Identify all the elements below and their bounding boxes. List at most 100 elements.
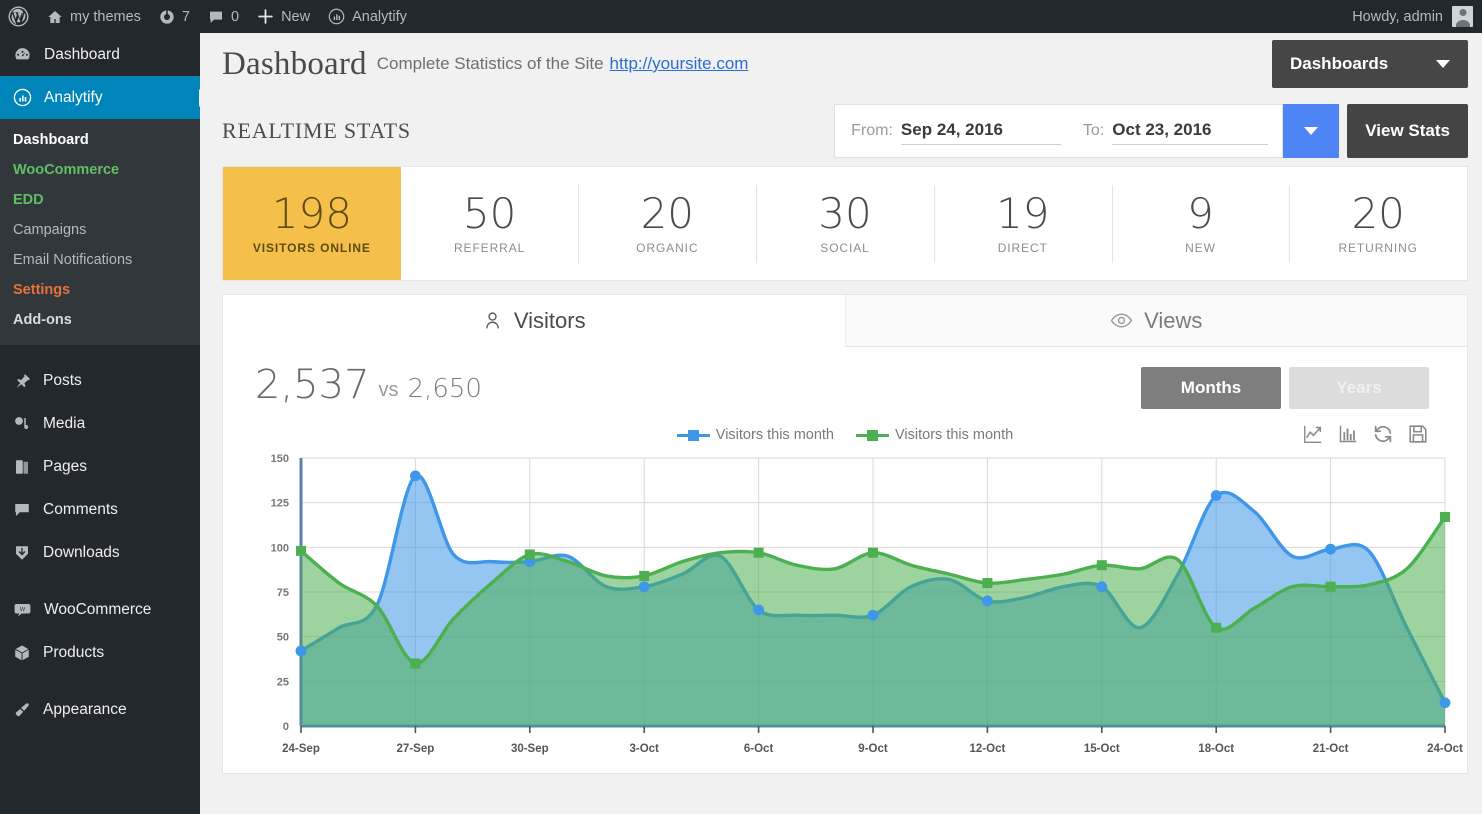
page-header: Dashboard Complete Statistics of the Sit… <box>200 33 1482 95</box>
summary-vs-label: vs <box>379 379 399 402</box>
submenu-item-woocommerce-label: WooCommerce <box>13 162 119 178</box>
analytify-icon <box>328 8 345 25</box>
sidebar-item-woocommerce[interactable]: W WooCommerce <box>0 588 200 631</box>
analytify-icon <box>13 88 32 107</box>
svg-text:12-Oct: 12-Oct <box>970 743 1006 755</box>
comments-button[interactable]: 0 <box>199 0 248 33</box>
sidebar-item-downloads[interactable]: Downloads <box>0 531 200 574</box>
realtime-stats-header: REALTIME STATS From: Sep 24, 2016 To: Oc… <box>222 95 1468 166</box>
account-area[interactable]: Howdy, admin <box>1352 6 1482 27</box>
new-content-button[interactable]: New <box>248 0 319 33</box>
stat-card-referral[interactable]: 50 REFERRAL <box>401 167 579 280</box>
woocommerce-icon: W <box>13 600 32 619</box>
wp-logo-button[interactable] <box>0 0 38 33</box>
legend-marker-blue <box>677 430 710 441</box>
legend-item-series-2[interactable]: Visitors this month <box>856 427 1013 443</box>
comment-bubble-icon <box>13 501 31 519</box>
submenu-item-edd[interactable]: EDD <box>0 185 200 215</box>
eye-icon <box>1110 309 1133 332</box>
sidebar-divider-2 <box>0 574 200 588</box>
media-icon <box>13 415 31 433</box>
submenu-item-settings[interactable]: Settings <box>0 275 200 305</box>
submenu-item-woocommerce[interactable]: WooCommerce <box>0 155 200 185</box>
comments-icon <box>208 9 224 25</box>
legend-item-series-1[interactable]: Visitors this month <box>677 427 834 443</box>
stat-card-returning[interactable]: 20 RETURNING <box>1289 167 1467 280</box>
home-icon <box>47 9 63 25</box>
sidebar-item-posts[interactable]: Posts <box>0 359 200 402</box>
date-range-controls: From: Sep 24, 2016 To: Oct 23, 2016 View… <box>834 104 1468 158</box>
sidebar-item-posts-label: Posts <box>43 372 82 390</box>
svg-text:25: 25 <box>277 676 289 688</box>
svg-text:50: 50 <box>277 632 289 644</box>
dashboards-select[interactable]: Dashboards <box>1272 40 1468 88</box>
stat-card-visitors-online[interactable]: 198 VISITORS ONLINE <box>223 167 401 280</box>
sidebar-item-comments[interactable]: Comments <box>0 488 200 531</box>
new-content-label: New <box>281 9 310 25</box>
svg-text:30-Sep: 30-Sep <box>511 743 549 755</box>
plus-icon <box>257 8 274 25</box>
main-content: Dashboard Complete Statistics of the Sit… <box>200 33 1482 814</box>
svg-text:100: 100 <box>271 542 289 554</box>
site-name-button[interactable]: my themes <box>38 0 150 33</box>
sidebar-item-analytify-label: Analytify <box>44 89 103 107</box>
from-date-input[interactable]: Sep 24, 2016 <box>901 117 1061 145</box>
updates-button[interactable]: 7 <box>150 0 199 33</box>
svg-text:6-Oct: 6-Oct <box>744 743 774 755</box>
stat-label: RETURNING <box>1338 241 1417 255</box>
stat-label: REFERRAL <box>454 241 525 255</box>
submenu-item-campaigns-label: Campaigns <box>13 222 86 238</box>
sidebar-item-products[interactable]: Products <box>0 631 200 674</box>
stat-card-new[interactable]: 9 NEW <box>1112 167 1290 280</box>
toggle-months[interactable]: Months <box>1141 367 1281 409</box>
stat-value: 20 <box>641 193 694 235</box>
sidebar-item-appearance[interactable]: Appearance <box>0 688 200 731</box>
svg-text:75: 75 <box>277 587 289 599</box>
visitors-area-chart[interactable]: 025507510012515024-Sep27-Sep30-Sep3-Oct6… <box>223 450 1471 770</box>
sidebar-item-media[interactable]: Media <box>0 402 200 445</box>
submenu-item-add-ons[interactable]: Add-ons <box>0 305 200 335</box>
visitors-panel: Visitors Views 2,537 vs 2,650 Months <box>222 294 1468 774</box>
tab-views[interactable]: Views <box>845 295 1468 347</box>
svg-text:W: W <box>20 607 26 613</box>
stat-card-direct[interactable]: 19 DIRECT <box>934 167 1112 280</box>
sidebar-item-pages[interactable]: Pages <box>0 445 200 488</box>
stat-card-social[interactable]: 30 SOCIAL <box>756 167 934 280</box>
submenu-item-email-notifications-label: Email Notifications <box>13 252 132 268</box>
to-date-input[interactable]: Oct 23, 2016 <box>1112 117 1268 145</box>
date-range-dropdown-button[interactable] <box>1283 104 1339 158</box>
analytify-submenu: Dashboard WooCommerce EDD Campaigns Emai… <box>0 119 200 345</box>
sidebar-item-dashboard[interactable]: Dashboard <box>0 33 200 76</box>
site-name-label: my themes <box>70 9 141 25</box>
view-stats-button[interactable]: View Stats <box>1347 104 1468 158</box>
svg-text:18-Oct: 18-Oct <box>1198 743 1234 755</box>
sidebar-item-analytify[interactable]: Analytify <box>0 76 200 119</box>
svg-text:9-Oct: 9-Oct <box>858 743 888 755</box>
download-icon <box>13 544 31 562</box>
submenu-item-dashboard-label: Dashboard <box>13 132 89 148</box>
svg-text:0: 0 <box>283 721 289 733</box>
page-subtitle: Complete Statistics of the Site <box>377 54 604 74</box>
site-url-link[interactable]: http://yoursite.com <box>610 54 749 74</box>
comments-count: 0 <box>231 9 239 25</box>
chart-legend: Visitors this month Visitors this month <box>223 427 1467 443</box>
sidebar-item-appearance-label: Appearance <box>43 701 127 719</box>
analytify-adminbar-button[interactable]: Analytify <box>319 0 416 33</box>
toggle-years[interactable]: Years <box>1289 367 1429 409</box>
submenu-item-email-notifications[interactable]: Email Notifications <box>0 245 200 275</box>
pin-icon <box>13 372 31 390</box>
wp-admin-bar: my themes 7 0 New Analytify <box>0 0 1482 33</box>
panel-tabs: Visitors Views <box>223 295 1467 347</box>
submenu-item-campaigns[interactable]: Campaigns <box>0 215 200 245</box>
stat-label: DIRECT <box>998 241 1048 255</box>
sidebar-divider-3 <box>0 674 200 688</box>
stat-card-organic[interactable]: 20 ORGANIC <box>578 167 756 280</box>
chevron-down-icon <box>1436 60 1450 68</box>
page-title: Dashboard <box>222 46 367 83</box>
svg-text:24-Sep: 24-Sep <box>282 743 320 755</box>
stat-label: VISITORS ONLINE <box>253 241 371 255</box>
tab-visitors[interactable]: Visitors <box>223 295 845 347</box>
person-icon <box>482 310 503 331</box>
submenu-item-dashboard[interactable]: Dashboard <box>0 125 200 155</box>
howdy-label: Howdy, admin <box>1352 9 1443 25</box>
